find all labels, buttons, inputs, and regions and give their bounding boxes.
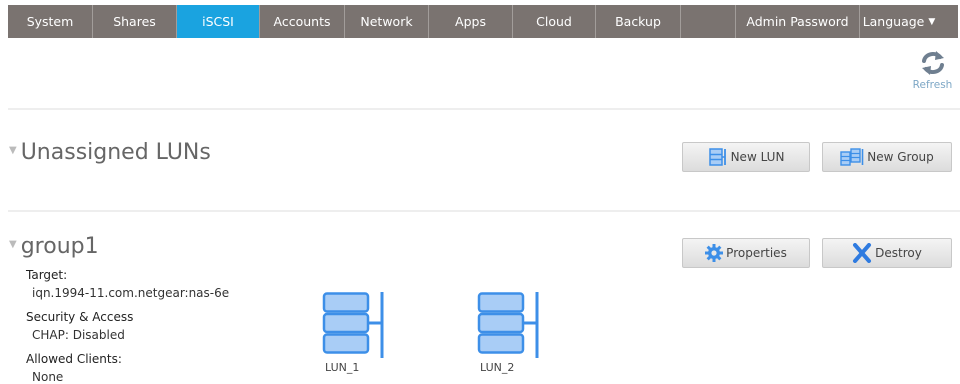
tab-accounts[interactable]: Accounts bbox=[260, 5, 345, 38]
tab-language-label: Language bbox=[862, 14, 925, 29]
refresh-button[interactable]: Refresh bbox=[905, 50, 960, 91]
refresh-label: Refresh bbox=[912, 79, 953, 91]
properties-button[interactable]: Properties bbox=[682, 238, 810, 268]
allowed-clients-value: None bbox=[32, 370, 64, 384]
tab-spacer bbox=[681, 5, 736, 38]
properties-label: Properties bbox=[726, 246, 787, 260]
chevron-down-icon: ▼ bbox=[928, 16, 936, 27]
tab-admin-password-label: Admin Password bbox=[746, 14, 849, 29]
destroy-button[interactable]: Destroy bbox=[822, 238, 952, 268]
lun-item[interactable]: LUN_1 bbox=[320, 292, 390, 374]
tab-apps-label: Apps bbox=[455, 14, 486, 29]
lun-item[interactable]: LUN_2 bbox=[475, 292, 545, 374]
new-group-button[interactable]: New Group bbox=[822, 142, 952, 172]
disk-stack-icon bbox=[322, 292, 384, 358]
top-navigation: System Shares iSCSI Accounts Network App… bbox=[0, 0, 960, 40]
target-value: iqn.1994-11.com.netgear:nas-6e bbox=[32, 286, 230, 300]
main-nav-bar: System Shares iSCSI Accounts Network App… bbox=[8, 5, 958, 38]
tab-language[interactable]: Language ▼ bbox=[860, 5, 938, 38]
unassigned-luns-title: Unassigned LUNs bbox=[20, 140, 211, 165]
allowed-clients-label: Allowed Clients: bbox=[26, 352, 122, 366]
disk-stack-icon bbox=[477, 292, 539, 358]
tab-iscsi[interactable]: iSCSI bbox=[177, 5, 260, 38]
tab-backup[interactable]: Backup bbox=[596, 5, 681, 38]
refresh-icon bbox=[921, 51, 944, 75]
group-icon bbox=[840, 148, 864, 166]
tab-system-label: System bbox=[26, 14, 74, 29]
tab-backup-label: Backup bbox=[615, 14, 661, 29]
tab-apps[interactable]: Apps bbox=[429, 5, 513, 38]
tab-cloud-label: Cloud bbox=[536, 14, 572, 29]
new-lun-button[interactable]: New LUN bbox=[682, 142, 810, 172]
tab-network[interactable]: Network bbox=[345, 5, 429, 38]
tab-network-label: Network bbox=[360, 14, 413, 29]
chap-status: CHAP: Disabled bbox=[32, 328, 125, 342]
tab-accounts-label: Accounts bbox=[273, 14, 331, 29]
group-header[interactable]: ▼ group1 bbox=[9, 234, 99, 259]
new-lun-label: New LUN bbox=[730, 150, 785, 164]
x-icon bbox=[853, 243, 872, 263]
security-access-label: Security & Access bbox=[26, 310, 134, 324]
tab-cloud[interactable]: Cloud bbox=[513, 5, 596, 38]
lun-name: LUN_1 bbox=[325, 361, 360, 374]
tab-admin-password[interactable]: Admin Password bbox=[736, 5, 860, 38]
tab-shares-label: Shares bbox=[113, 14, 156, 29]
group-title: group1 bbox=[20, 234, 99, 259]
new-group-label: New Group bbox=[867, 150, 934, 164]
triangle-down-icon: ▼ bbox=[9, 238, 17, 250]
target-label: Target: bbox=[26, 268, 68, 282]
lun-icon bbox=[708, 148, 726, 166]
tab-iscsi-label: iSCSI bbox=[202, 14, 234, 29]
section-divider bbox=[8, 108, 960, 110]
tab-shares[interactable]: Shares bbox=[93, 5, 177, 38]
triangle-down-icon: ▼ bbox=[9, 144, 17, 156]
gear-icon bbox=[705, 244, 724, 262]
section-divider bbox=[8, 210, 960, 212]
lun-name: LUN_2 bbox=[480, 361, 515, 374]
destroy-label: Destroy bbox=[875, 246, 922, 260]
tab-system[interactable]: System bbox=[8, 5, 93, 38]
unassigned-luns-header[interactable]: ▼ Unassigned LUNs bbox=[9, 140, 211, 165]
